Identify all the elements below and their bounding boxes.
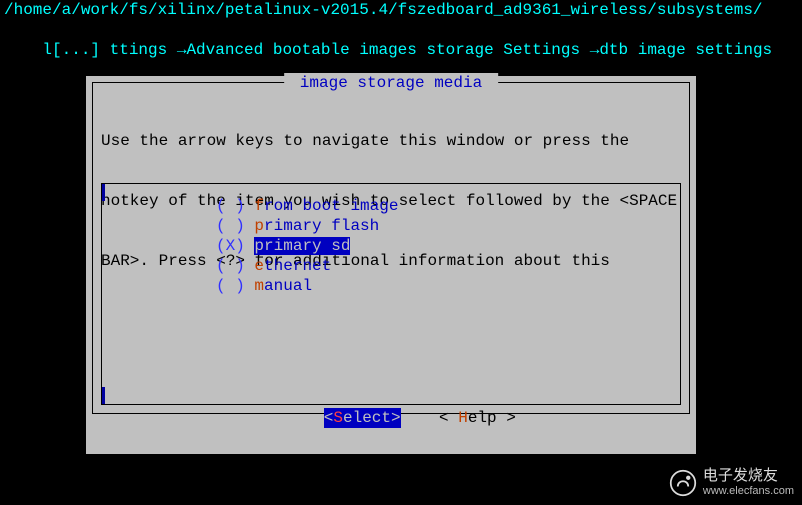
option-primary-flash[interactable]: ( ) primary flash — [106, 216, 676, 236]
option-list: ( ) from boot image ( ) primary flash (X… — [102, 184, 680, 300]
arrow-icon: → — [177, 41, 187, 59]
radio-icon: ( ) — [216, 197, 245, 215]
breadcrumb: l[...] ttings →Advanced bootable images … — [0, 20, 802, 80]
button-hotkey: S — [333, 409, 343, 427]
logo-icon — [669, 469, 697, 497]
angle-right-icon: > — [391, 409, 401, 427]
option-manual[interactable]: ( ) manual — [106, 276, 676, 296]
button-label: elp — [468, 409, 506, 427]
option-label: primary sd — [254, 237, 350, 255]
button-spacer — [401, 409, 439, 427]
angle-right-icon: > — [506, 409, 516, 427]
option-hotkey: p — [254, 237, 264, 255]
dialog-title: image storage media — [284, 73, 498, 93]
option-from-boot-image[interactable]: ( ) from boot image — [106, 196, 676, 216]
terminal-root: /home/a/work/fs/xilinx/petalinux-v2015.4… — [0, 0, 802, 505]
credit-text: 电子发烧友 www.elecfans.com — [703, 467, 794, 500]
option-hotkey: f — [254, 197, 264, 215]
option-hotkey: e — [254, 257, 264, 275]
radio-selected-icon: (X) — [216, 237, 245, 255]
option-label: thernet — [264, 257, 331, 275]
dialog-help-line: Use the arrow keys to navigate this wind… — [101, 131, 681, 151]
button-hotkey: H — [458, 409, 468, 427]
button-bar: <Select> < Help > — [86, 388, 696, 448]
credit-badge: 电子发烧友 www.elecfans.com — [669, 467, 794, 500]
angle-left-icon: < — [324, 409, 334, 427]
help-button[interactable]: < Help > — [439, 408, 516, 428]
credit-name: 电子发烧友 — [703, 467, 778, 484]
radio-icon: ( ) — [216, 277, 245, 295]
breadcrumb-sect2: dtb image settings — [599, 41, 772, 59]
option-label: rom boot image — [264, 197, 398, 215]
breadcrumb-prefix: l[...] ttings — [42, 41, 176, 59]
radio-icon: ( ) — [216, 257, 245, 275]
breadcrumb-sect1: Advanced bootable images storage Setting… — [186, 41, 589, 59]
radio-icon: ( ) — [216, 217, 245, 235]
option-list-frame: ( ) from boot image ( ) primary flash (X… — [101, 183, 681, 405]
credit-url: www.elecfans.com — [703, 485, 794, 499]
angle-left-icon: < — [439, 409, 458, 427]
option-hotkey: p — [254, 217, 264, 235]
option-label-rest: rimary sd — [264, 237, 350, 255]
option-hotkey: m — [254, 277, 264, 295]
dialog-frame: image storage media Use the arrow keys t… — [92, 82, 690, 414]
scroll-indicator-icon — [101, 183, 105, 201]
select-button[interactable]: <Select> — [324, 408, 401, 428]
option-primary-sd[interactable]: (X) primary sd — [106, 236, 676, 256]
option-label: rimary flash — [264, 217, 379, 235]
option-label: anual — [264, 277, 312, 295]
option-ethernet[interactable]: ( ) ethernet — [106, 256, 676, 276]
dialog: image storage media Use the arrow keys t… — [86, 76, 696, 454]
button-label: elect — [343, 409, 391, 427]
arrow-icon: → — [590, 41, 600, 59]
cwd-path: /home/a/work/fs/xilinx/petalinux-v2015.4… — [0, 0, 802, 20]
